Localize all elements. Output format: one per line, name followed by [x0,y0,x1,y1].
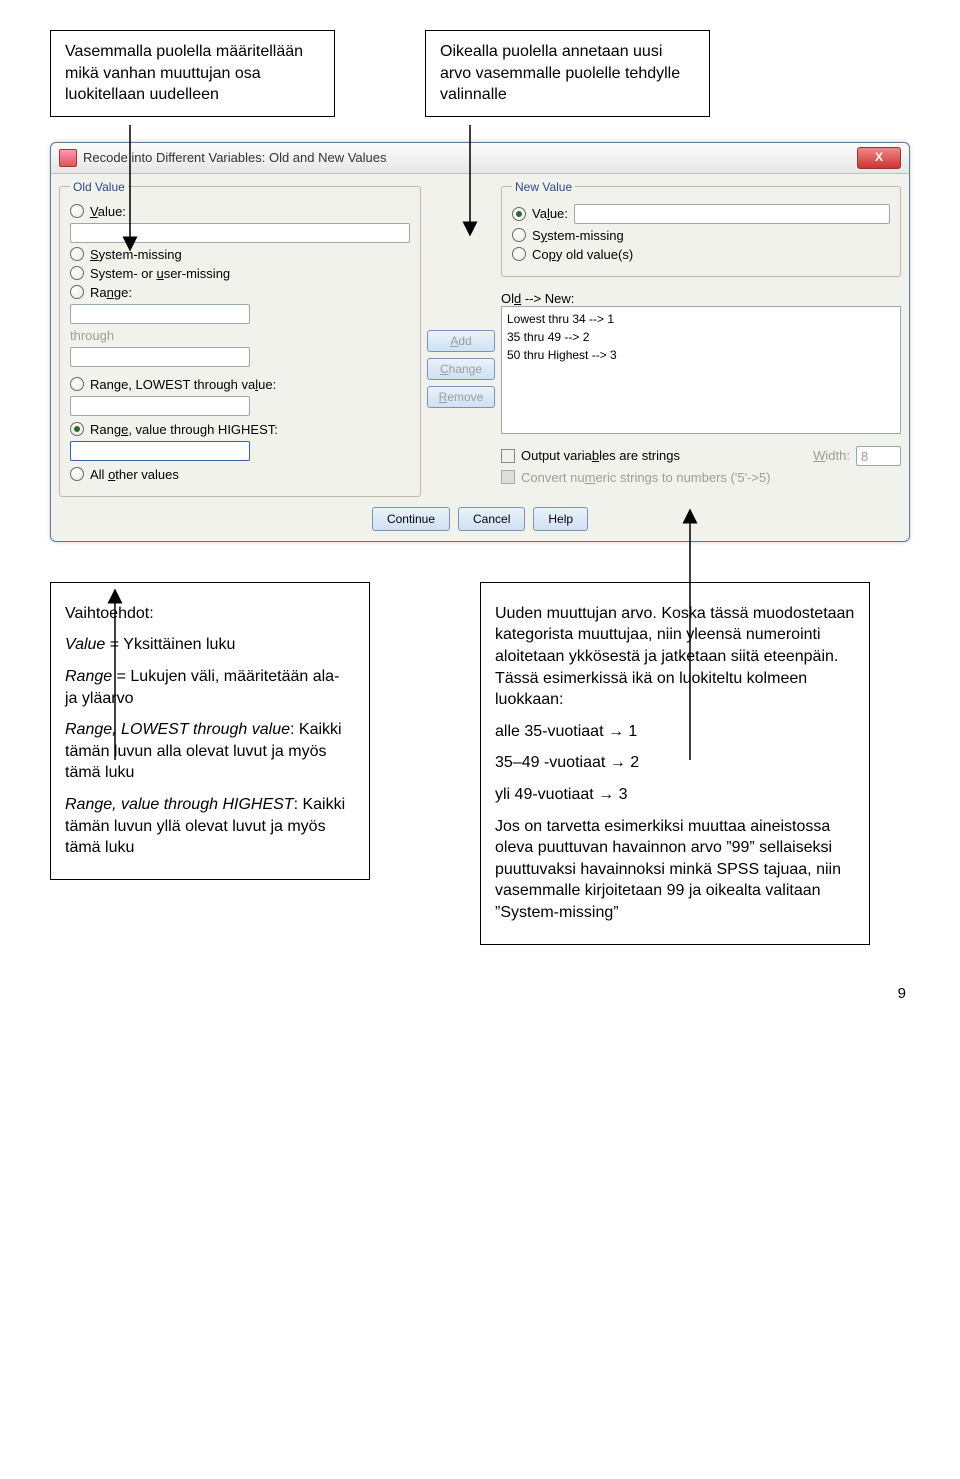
opt-term: Range, LOWEST through value [65,721,290,738]
dialog-footer: Continue Cancel Help [51,501,909,541]
radio-system-or-user-missing[interactable] [70,266,84,280]
callout-top-left: Vasemmalla puolella määritellään mikä va… [50,30,335,117]
remove-button[interactable]: Remove [427,386,495,408]
radio-copy-old[interactable] [512,247,526,261]
titlebar: Recode into Different Variables: Old and… [51,143,909,174]
label-output-strings: Output variables are strings [521,448,680,463]
right-item: alle 35-vuotiaat → 1 [495,721,855,743]
input-old-value[interactable] [70,223,410,243]
radio-new-system-missing[interactable] [512,228,526,242]
input-width: 8 [856,446,901,466]
callout-top-right: Oikealla puolella annetaan uusi arvo vas… [425,30,710,117]
label-system-missing: System-missing [90,247,182,262]
mapping-buttons: Add Change Remove [427,330,495,408]
mapping-row[interactable]: Lowest thru 34 --> 1 [507,310,895,328]
change-button[interactable]: Change [427,358,495,380]
right-p2: Jos on tarvetta esimerkiksi muuttaa aine… [495,816,855,924]
new-value-legend: New Value [512,180,575,194]
radio-range[interactable] [70,285,84,299]
input-range-to[interactable] [70,347,250,367]
old-value-legend: Old Value [70,180,128,194]
close-button[interactable]: X [857,147,901,169]
cancel-button[interactable]: Cancel [458,507,525,531]
help-button[interactable]: Help [533,507,588,531]
callout-bottom-left: Vaihtoehdot: Value = Yksittäinen luku Ra… [50,582,370,880]
label-range-lowest: Range, LOWEST through value: [90,377,276,392]
radio-new-value[interactable] [512,207,526,221]
options-heading: Vaihtoehdot: [65,603,355,625]
opt-term: Range, value through HIGHEST [65,796,294,813]
mapping-listbox[interactable]: Lowest thru 34 --> 1 35 thru 49 --> 2 50… [501,306,901,434]
label-system-or-user-missing: System- or user-missing [90,266,230,281]
input-range-from[interactable] [70,304,250,324]
label-range: Range: [90,285,132,300]
callout-bottom-right: Uuden muuttujan arvo. Koska tässä muodos… [480,582,870,945]
label-new-system-missing: System-missing [532,228,624,243]
label-old-new: Old --> New: [501,291,901,306]
radio-system-missing[interactable] [70,247,84,261]
label-new-value: Value: [532,206,568,221]
dialog-title: Recode into Different Variables: Old and… [83,150,387,165]
label-width: Width: [813,448,850,463]
right-item: yli 49-vuotiaat → 3 [495,784,855,806]
chk-output-strings[interactable] [501,449,515,463]
right-p1: Uuden muuttujan arvo. Koska tässä muodos… [495,603,855,711]
label-range-highest: Range, value through HIGHEST: [90,422,278,437]
label-convert-numeric: Convert numeric strings to numbers ('5'-… [521,470,771,485]
label-old-value: Value: [90,204,126,219]
radio-all-other[interactable] [70,467,84,481]
add-button[interactable]: Add [427,330,495,352]
radio-range-highest[interactable] [70,422,84,436]
old-value-group: Old Value Value: System-missing System- … [59,180,421,497]
label-all-other: All other values [90,467,179,482]
label-copy-old: Copy old value(s) [532,247,633,262]
new-value-group: New Value Value: System-missing Copy old… [501,180,901,277]
opt-desc: = Yksittäinen luku [105,636,235,653]
input-new-value[interactable] [574,204,890,224]
input-range-highest[interactable] [70,441,250,461]
recode-dialog: Recode into Different Variables: Old and… [50,142,910,542]
input-range-lowest[interactable] [70,396,250,416]
continue-button[interactable]: Continue [372,507,450,531]
opt-term: Range [65,668,112,685]
opt-term: Value [65,636,105,653]
right-item: 35–49 -vuotiaat → 2 [495,752,855,774]
mapping-row[interactable]: 35 thru 49 --> 2 [507,328,895,346]
spss-app-icon [59,149,77,167]
radio-range-lowest[interactable] [70,377,84,391]
page-number: 9 [50,985,910,1002]
radio-old-value[interactable] [70,204,84,218]
label-through: through [70,328,410,343]
chk-convert-numeric [501,470,515,484]
mapping-row[interactable]: 50 thru Highest --> 3 [507,346,895,364]
